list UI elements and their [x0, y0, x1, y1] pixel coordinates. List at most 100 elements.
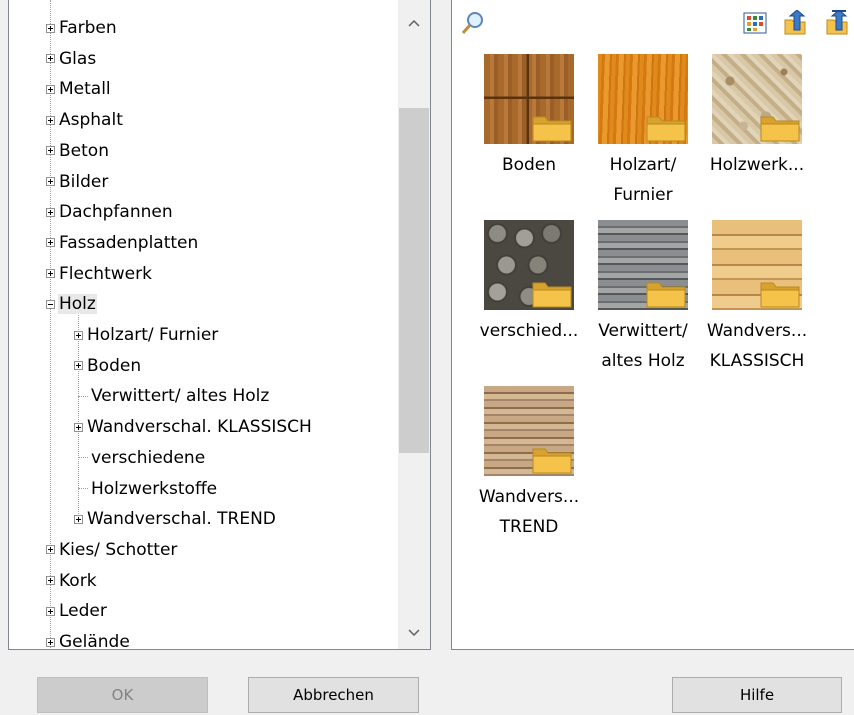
expand-plus-icon[interactable]: [46, 54, 55, 64]
folder-up-button[interactable]: [782, 10, 808, 36]
tree-item-beton[interactable]: Beton: [46, 136, 110, 166]
tree-item-glas[interactable]: Glas: [46, 44, 97, 74]
folder-tile-label: Holzart/ Furnier: [609, 155, 677, 205]
folder-icon: [532, 282, 572, 308]
folder-tile[interactable]: Verwittert/ altes Holz: [588, 220, 698, 376]
folder-tile[interactable]: Wandvers... KLASSISCH: [702, 220, 812, 376]
tree-item-verschiedene[interactable]: verschiedene: [74, 443, 206, 473]
expand-plus-icon[interactable]: [46, 84, 55, 94]
expand-plus-icon[interactable]: [46, 23, 55, 33]
expand-plus-icon[interactable]: [74, 361, 83, 371]
expand-plus-icon[interactable]: [74, 422, 83, 432]
tree-item-kies-schotter[interactable]: Kies/ Schotter: [46, 535, 178, 565]
tree-item-verwittert-altes-holz[interactable]: Verwittert/ altes Holz: [74, 381, 270, 411]
ok-button[interactable]: OK: [37, 677, 208, 713]
grid-view-icon: [743, 12, 767, 34]
folder-tile-label: Wandvers... TREND: [478, 487, 580, 537]
folder-root-icon: [826, 10, 848, 35]
tree-item-fassadenplatten[interactable]: Fassadenplatten: [46, 228, 199, 258]
tree-item-label: Dachpfannen: [59, 202, 173, 223]
tree-scrollbar[interactable]: [398, 0, 430, 649]
tree-item-label: Holzwerkstoffe: [91, 478, 218, 499]
tree-item-metall[interactable]: Metall: [46, 74, 112, 104]
tree-viewport: Farben Glas Metall Asphalt Beton Bilder Dachpf…: [9, 0, 399, 649]
material-icon-view[interactable]: Boden Holzart/ Furnier Holzwerk... verschie…: [451, 0, 854, 650]
tree-connector: [78, 457, 88, 459]
magnifier-icon: [461, 12, 483, 34]
view-mode-button[interactable]: [742, 10, 768, 36]
expand-plus-icon[interactable]: [46, 115, 55, 125]
expand-plus-icon[interactable]: [46, 576, 55, 586]
tree-item-farben[interactable]: Farben: [46, 13, 118, 43]
tree-item-label: Asphalt: [59, 110, 123, 131]
help-button[interactable]: Hilfe: [672, 677, 842, 713]
material-tree[interactable]: Farben Glas Metall Asphalt Beton Bilder Dachpf…: [8, 0, 431, 650]
folder-thumbnail: [598, 54, 688, 144]
folder-tile-label: Wandvers... KLASSISCH: [706, 321, 808, 371]
tree-item-leder[interactable]: Leder: [46, 596, 108, 626]
tree-item-wandverschal-klassisch[interactable]: Wandverschal. KLASSISCH: [74, 412, 313, 442]
tree-item-holzwerkstoffe[interactable]: Holzwerkstoffe: [74, 474, 218, 504]
expand-plus-icon[interactable]: [46, 606, 55, 616]
folder-icon: [532, 448, 572, 474]
tree-item-label: Kies/ Schotter: [59, 539, 178, 560]
folder-thumbnail: [712, 54, 802, 144]
tree-item-label: Kork: [59, 570, 97, 591]
tree-item-label: verschiedene: [91, 447, 206, 468]
folder-thumbnail: [712, 220, 802, 310]
folder-thumbnail: [484, 386, 574, 476]
folder-tile[interactable]: Boden: [474, 54, 584, 180]
tree-item-flechtwerk[interactable]: Flechtwerk: [46, 259, 153, 289]
cancel-button[interactable]: Abbrechen: [248, 677, 419, 713]
expand-plus-icon[interactable]: [46, 269, 55, 279]
tree-item-label: Fassadenplatten: [59, 232, 199, 253]
folder-tile[interactable]: verschied...: [474, 220, 584, 346]
tree-item-label: Holzart/ Furnier: [87, 325, 219, 345]
scroll-up-arrow[interactable]: [398, 8, 430, 38]
folder-icon: [760, 116, 800, 142]
folder-thumbnail: [484, 54, 574, 144]
expand-plus-icon[interactable]: [46, 177, 55, 186]
tree-item-label: Flechtwerk: [59, 263, 152, 284]
folder-tile-label: Holzwerk...: [709, 155, 805, 175]
tree-item-boden[interactable]: Boden: [74, 351, 142, 381]
scroll-thumb[interactable]: [399, 108, 429, 453]
folder-tile-label: verschied...: [479, 321, 579, 341]
folder-tile[interactable]: Holzart/ Furnier: [588, 54, 698, 210]
scroll-down-arrow[interactable]: [398, 618, 430, 648]
tree-item-holz[interactable]: Holz: [46, 289, 97, 319]
tree-item-label: Leder: [59, 601, 107, 622]
search-button[interactable]: [460, 10, 486, 36]
expand-plus-icon[interactable]: [46, 238, 55, 248]
folder-icon: [646, 116, 686, 142]
expand-plus-icon[interactable]: [74, 330, 83, 340]
tree-item-dachpfannen[interactable]: Dachpfannen: [46, 197, 174, 227]
tree-item-label: Verwittert/ altes Holz: [91, 386, 270, 407]
collapse-minus-icon[interactable]: [46, 299, 55, 309]
tree-item-label: Bilder: [59, 171, 109, 192]
tree-item-label: Wandverschal. KLASSISCH: [87, 417, 312, 438]
tree-item-label: Boden: [87, 355, 142, 376]
expand-plus-icon[interactable]: [74, 514, 83, 524]
expand-plus-icon[interactable]: [46, 545, 55, 555]
folder-tile[interactable]: Holzwerk...: [702, 54, 812, 180]
tree-item-label: Farben: [59, 18, 117, 38]
tree-item-gelände[interactable]: Gelände: [46, 627, 131, 649]
expand-plus-icon[interactable]: [46, 146, 55, 156]
tree-item-label: Beton: [59, 140, 109, 161]
expand-plus-icon[interactable]: [46, 207, 55, 217]
expand-plus-icon[interactable]: [46, 637, 55, 647]
folder-icon: [532, 116, 572, 142]
folder-root-button[interactable]: [824, 10, 850, 36]
folder-icon: [760, 282, 800, 308]
tree-item-holzart-furnier[interactable]: Holzart/ Furnier: [74, 320, 219, 350]
tree-item-bilder[interactable]: Bilder: [46, 167, 109, 197]
tree-item-asphalt[interactable]: Asphalt: [46, 105, 124, 135]
folder-thumbnail: [598, 220, 688, 310]
tree-item-kork[interactable]: Kork: [46, 566, 98, 596]
folder-thumbnail: [484, 220, 574, 310]
chevron-down-icon: [408, 629, 420, 637]
folder-icon: [646, 282, 686, 308]
folder-tile[interactable]: Wandvers... TREND: [474, 386, 584, 542]
tree-item-wandverschal-trend[interactable]: Wandverschal. TREND: [74, 504, 277, 534]
